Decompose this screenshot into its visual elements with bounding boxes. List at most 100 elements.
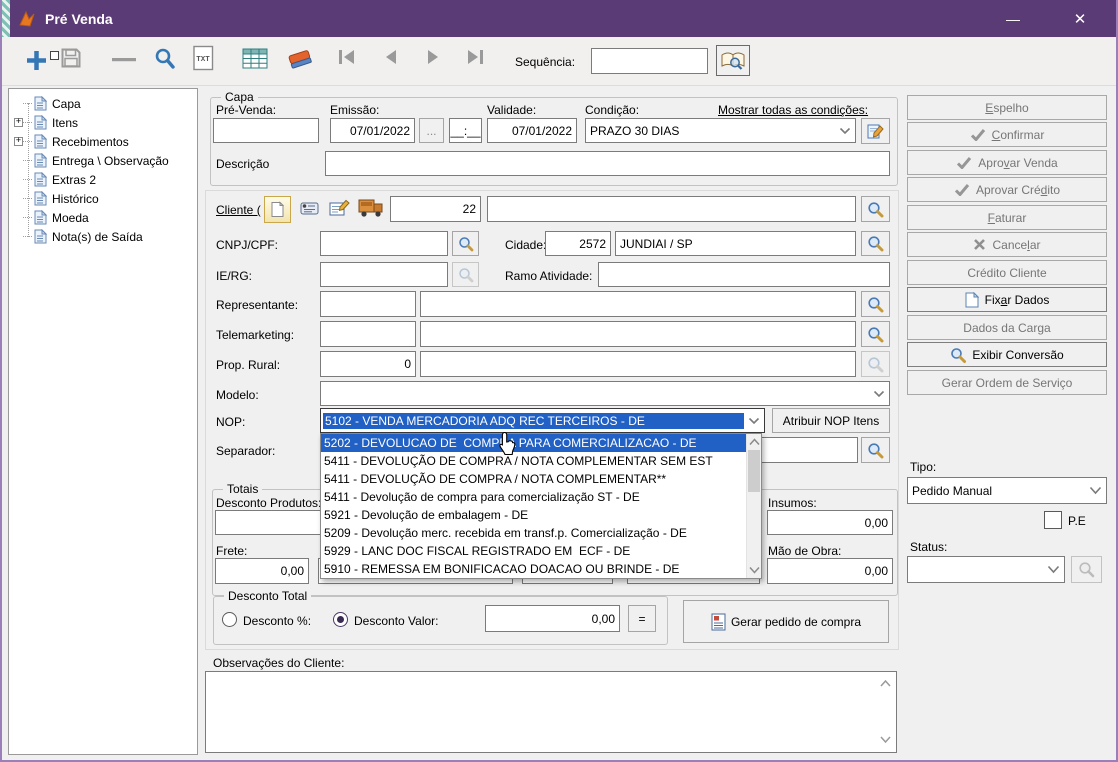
prop-rural-search-button[interactable] [861,351,890,377]
cliente-link[interactable]: Cliente ( [216,203,261,217]
scroll-up-icon[interactable] [880,678,891,690]
status-select[interactable] [907,556,1065,583]
descricao-input[interactable] [325,151,890,176]
nop-dropdown-option[interactable]: 5209 - Devolução merc. recebida em trans… [321,524,747,542]
new-record-button[interactable] [24,48,49,73]
atribuir-nop-itens-button[interactable]: Atribuir NOP Itens [772,408,890,433]
representante-nome-input[interactable] [420,291,856,317]
status-search-button[interactable] [1071,556,1102,583]
desconto-valor-input[interactable] [485,605,620,632]
representante-codigo-input[interactable] [320,291,416,317]
search-button[interactable] [152,46,178,72]
clear-button[interactable] [286,47,314,71]
scrollbar-thumb[interactable] [748,450,760,492]
pre-venda-input[interactable] [213,118,319,143]
cliente-codigo-input[interactable] [390,196,481,222]
cidade-search-button[interactable] [861,231,890,256]
representante-search-button[interactable] [861,291,890,317]
cidade-nome-input[interactable] [615,231,856,256]
tree-item[interactable]: Nota(s) de Saída [9,227,197,246]
cliente-cadastro-icon[interactable] [329,199,351,217]
action-button-cancelar[interactable]: Cancelar [907,232,1107,257]
expand-plus-icon[interactable]: + [14,118,23,127]
mostrar-todas-condicoes-link[interactable]: Mostrar todas as condições: [718,103,868,117]
telemarketing-nome-input[interactable] [420,321,856,347]
modelo-select[interactable] [320,381,890,406]
emissao-time-input[interactable] [449,118,482,143]
tree-item[interactable]: Entrega \ Observação [9,151,197,170]
sequencia-input[interactable] [591,48,708,74]
tree-item[interactable]: Moeda [9,208,197,227]
emissao-date-input[interactable] [330,118,415,143]
condicao-select[interactable]: PRAZO 30 DIAS [585,118,856,143]
tree-item[interactable]: Extras 2 [9,170,197,189]
prop-rural-nome-input[interactable] [420,351,856,377]
action-button-espelho[interactable]: Espelho [907,95,1107,120]
cliente-search-button[interactable] [861,196,890,222]
cidade-codigo-input[interactable] [545,231,611,256]
nop-dropdown-option[interactable]: 5411 - Devolução de compra para comercia… [321,488,747,506]
action-button-fixar-dados[interactable]: Fixar Dados [907,287,1107,312]
ie-rg-input[interactable] [320,262,448,287]
nav-first-button[interactable] [338,49,356,65]
cliente-entrega-truck-icon[interactable] [357,197,385,219]
action-button-faturar[interactable]: Faturar [907,205,1107,230]
action-button-dados-da-carga[interactable]: Dados da Carga [907,315,1107,340]
nav-prev-button[interactable] [384,49,398,65]
action-button-exibir-convers-o[interactable]: Exibir Conversão [907,342,1107,367]
desconto-valor-radio[interactable] [333,612,348,627]
frete-input[interactable] [215,558,309,584]
tree-item[interactable]: Histórico [9,189,197,208]
nav-last-button[interactable] [466,49,484,65]
sequencia-search-button[interactable] [716,45,750,76]
tree-item[interactable]: Capa [9,94,197,113]
validade-date-input[interactable] [487,118,577,143]
prop-rural-codigo-input[interactable] [320,351,416,377]
action-button-aprovar-venda[interactable]: Aprovar Venda [907,150,1107,175]
tree-item-label: Nota(s) de Saída [52,230,143,244]
equals-button[interactable]: = [628,605,656,632]
cnpj-input[interactable] [320,231,448,256]
mao-de-obra-input[interactable] [767,558,893,584]
save-button[interactable] [60,47,82,69]
nop-dropdown-option[interactable]: 5921 - Devolução de embalagem - DE [321,506,747,524]
desconto-pct-radio[interactable] [222,612,237,627]
close-button[interactable]: ✕ [1060,10,1100,28]
cliente-nome-input[interactable] [487,196,856,222]
tree-item[interactable]: +Recebimentos [9,132,197,151]
telemarketing-codigo-input[interactable] [320,321,416,347]
grid-view-button[interactable] [242,48,268,69]
tipo-select[interactable]: Pedido Manual [907,477,1107,504]
observacoes-textarea[interactable] [205,671,897,753]
pe-checkbox[interactable] [1044,511,1062,529]
ramo-atividade-input[interactable] [598,262,890,287]
nop-dropdown-option[interactable]: 5411 - DEVOLUÇÃO DE COMPRA / NOTA COMPLE… [321,470,747,488]
action-button-cr-dito-cliente[interactable]: Crédito Cliente [907,260,1107,285]
condicao-edit-button[interactable] [861,118,890,144]
nav-next-button[interactable] [426,49,440,65]
action-button-confirmar[interactable]: Confirmar [907,122,1107,147]
action-button-gerar-ordem-de-servi-o[interactable]: Gerar Ordem de Serviço [907,370,1107,395]
delete-button[interactable] [112,58,136,62]
txt-export-button[interactable]: TXT [193,45,214,71]
nop-dropdown-option[interactable]: 5202 - DEVOLUCAO DE COMPRA PARA COMERCIA… [321,434,747,452]
cliente-copy-button[interactable] [264,196,291,223]
nop-select[interactable]: 5102 - VENDA MERCADORIA ADQ REC TERCEIRO… [320,408,765,433]
insumos-input[interactable] [767,510,893,535]
minimize-button[interactable]: — [993,11,1033,27]
nop-dropdown-option[interactable]: 5910 - REMESSA EM BONIFICACAO DOACAO OU … [321,560,747,578]
ie-rg-search-button[interactable] [452,262,479,287]
action-button-aprovar-cr-dito[interactable]: Aprovar Crédito [907,177,1107,202]
separador-search-button[interactable] [861,437,890,463]
nop-dropdown-option[interactable]: 5411 - DEVOLUÇÃO DE COMPRA / NOTA COMPLE… [321,452,747,470]
nop-dropdown-option[interactable]: 5929 - LANC DOC FISCAL REGISTRADO EM ECF… [321,542,747,560]
expand-plus-icon[interactable]: + [14,137,23,146]
cliente-historico-icon[interactable] [299,200,321,218]
cnpj-search-button[interactable] [452,231,479,256]
gerar-pedido-compra-button[interactable]: Gerar pedido de compra [683,600,889,643]
tree-item[interactable]: +Itens [9,113,197,132]
telemarketing-search-button[interactable] [861,321,890,347]
scroll-down-icon[interactable] [880,734,891,746]
nop-dropdown-scrollbar[interactable] [746,434,761,578]
emissao-calendar-button[interactable]: ... [419,118,444,143]
